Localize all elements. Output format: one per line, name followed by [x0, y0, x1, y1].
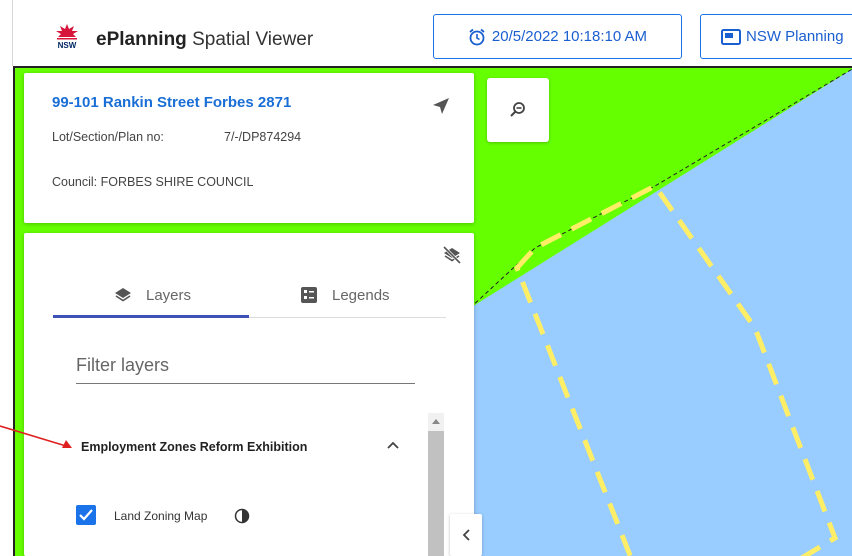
layers-icon — [115, 288, 131, 302]
logo-text: NSW — [58, 41, 77, 50]
app-title-bold: ePlanning — [96, 29, 187, 50]
alarm-clock-icon — [469, 28, 485, 45]
nsw-planning-label: NSW Planning — [746, 28, 844, 45]
layers-panel: Layers Legends Employment Zones Reform E… — [24, 233, 474, 556]
app-root: NSW ePlanning Spatial Viewer 20/5/2022 1… — [0, 0, 852, 556]
filter-layers-input[interactable] — [76, 348, 415, 384]
tab-layers[interactable]: Layers — [114, 275, 191, 315]
chevron-left-icon — [462, 529, 470, 541]
layer-label: Land Zoning Map — [114, 509, 208, 523]
council-text: Council: FORBES SHIRE COUNCIL — [52, 175, 254, 189]
window-icon — [721, 28, 741, 45]
chevron-up-icon[interactable] — [385, 438, 401, 454]
layer-group-title[interactable]: Employment Zones Reform Exhibition — [81, 440, 307, 454]
property-info-card: 99-101 Rankin Street Forbes 2871 Lot/Sec… — [24, 73, 474, 223]
tab-legends[interactable]: Legends — [300, 275, 390, 315]
tab-legends-label: Legends — [332, 286, 390, 304]
zoom-search-button[interactable] — [487, 78, 549, 142]
tab-layers-label: Layers — [146, 286, 192, 304]
datetime-button[interactable]: 20/5/2022 10:18:10 AM — [433, 14, 682, 59]
scroll-up-button[interactable] — [428, 413, 444, 429]
app-header: NSW ePlanning Spatial Viewer 20/5/2022 1… — [0, 0, 852, 66]
left-edge — [0, 66, 13, 556]
app-title-rest: Spatial Viewer — [186, 29, 314, 50]
scrollbar-thumb[interactable] — [428, 431, 444, 556]
zoom-out-icon — [510, 102, 525, 117]
lot-value: 7/-/DP874294 — [224, 130, 302, 144]
opacity-icon[interactable] — [234, 508, 250, 524]
collapse-panel-button[interactable] — [450, 514, 482, 556]
checkmark-icon — [79, 509, 93, 521]
datetime-text: 20/5/2022 10:18:10 AM — [491, 28, 648, 45]
land-zoning-checkbox[interactable] — [76, 505, 96, 525]
legend-list-icon — [301, 287, 317, 303]
nsw-logo: NSW — [56, 24, 78, 50]
header-divider — [12, 0, 13, 66]
annotation-arrow — [0, 425, 72, 448]
nsw-planning-button[interactable]: NSW Planning — [700, 14, 852, 59]
active-tab-indicator — [53, 315, 249, 318]
scroll-up-arrow-icon — [432, 419, 440, 424]
lot-label: Lot/Section/Plan no: — [52, 130, 164, 144]
navigation-arrow-icon[interactable] — [432, 97, 450, 115]
property-address[interactable]: 99-101 Rankin Street Forbes 2871 — [52, 94, 291, 111]
layers-off-icon[interactable] — [442, 245, 462, 265]
app-title: ePlanning Spatial Viewer — [96, 29, 313, 51]
